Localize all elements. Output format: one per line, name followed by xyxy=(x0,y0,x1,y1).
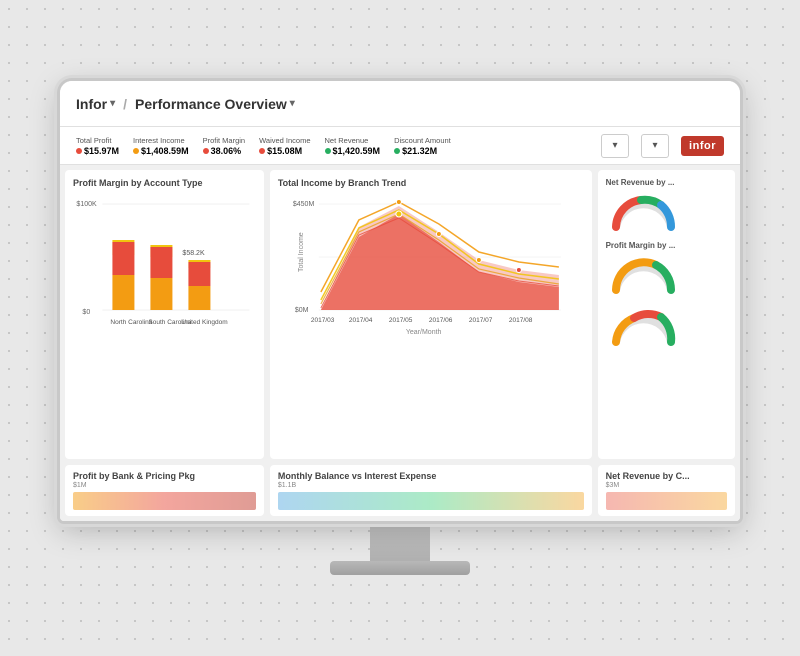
svg-text:$0M: $0M xyxy=(295,307,309,314)
gauge-net-revenue-title: Net Revenue by ... xyxy=(606,178,675,187)
chart-bottom-right-label: $3M xyxy=(606,482,727,489)
kpi-item: Net Revenue $1,420.59M xyxy=(325,136,381,156)
kpi-item: Profit Margin 38.06% xyxy=(203,136,246,156)
kpi-dot-icon xyxy=(259,148,265,154)
chart-net-revenue-c: Net Revenue by C... $3M xyxy=(598,465,735,516)
kpi-value: 38.06% xyxy=(203,146,246,156)
svg-text:2017/08: 2017/08 xyxy=(509,317,533,324)
svg-text:North Carolina: North Carolina xyxy=(110,319,152,326)
kpi-value: $1,420.59M xyxy=(325,146,381,156)
charts-area: Profit Margin by Account Type $100K $0 xyxy=(60,165,740,521)
kpi-item: Discount Amount $21.32M xyxy=(394,136,451,156)
chart-title-income-trend: Total Income by Branch Trend xyxy=(278,178,584,188)
breadcrumb-app-label: Infor xyxy=(76,96,107,112)
chart-title-profit-margin: Profit Margin by Account Type xyxy=(73,178,256,188)
chart-monthly-balance: Monthly Balance vs Interest Expense $1.1… xyxy=(270,465,592,516)
kpi-item: Total Profit $15.97M xyxy=(76,136,119,156)
chart-gauges: Net Revenue by ... Profit Margin by ... xyxy=(598,170,735,459)
kpi-dot-icon xyxy=(203,148,209,154)
gauge-profit-margin: Profit Margin by ... xyxy=(606,241,727,300)
svg-text:2017/07: 2017/07 xyxy=(469,317,493,324)
kpi-dot-icon xyxy=(325,148,331,154)
kpi-value: $21.32M xyxy=(394,146,451,156)
infor-logo-badge: infor xyxy=(681,136,724,156)
kpi-label: Total Profit xyxy=(76,136,119,145)
filter-button-1[interactable]: ▾ xyxy=(601,134,629,158)
svg-text:Year/Month: Year/Month xyxy=(406,329,442,336)
gauge-3 xyxy=(606,304,727,352)
filter-button-2[interactable]: ▾ xyxy=(641,134,669,158)
svg-text:$0: $0 xyxy=(82,309,90,316)
kpi-value: $15.97M xyxy=(76,146,119,156)
chevron-down-icon-page: ▾ xyxy=(290,98,295,109)
chevron-down-icon: ▾ xyxy=(110,98,115,109)
breadcrumb-app[interactable]: Infor ▾ xyxy=(76,96,115,112)
svg-text:$450M: $450M xyxy=(293,201,315,208)
kpi-value: $15.08M xyxy=(259,146,310,156)
kpi-value: $1,408.59M xyxy=(133,146,189,156)
monitor-screen: Infor ▾ / Performance Overview ▾ Total P… xyxy=(60,81,740,521)
kpi-label: Net Revenue xyxy=(325,136,381,145)
dashboard: Infor ▾ / Performance Overview ▾ Total P… xyxy=(60,81,740,521)
kpi-label: Discount Amount xyxy=(394,136,451,145)
chart-income-trend: Total Income by Branch Trend $450M $0M T… xyxy=(270,170,592,459)
monitor: Infor ▾ / Performance Overview ▾ Total P… xyxy=(60,81,740,575)
svg-text:2017/06: 2017/06 xyxy=(429,317,453,324)
svg-text:United Kingdom: United Kingdom xyxy=(181,319,227,326)
kpi-label: Profit Margin xyxy=(203,136,246,145)
bar-chart-profit-margin: $100K $0 xyxy=(73,192,256,337)
kpi-label: Interest Income xyxy=(133,136,189,145)
header-bar: Infor ▾ / Performance Overview ▾ xyxy=(60,81,740,127)
chart-profit-margin: Profit Margin by Account Type $100K $0 xyxy=(65,170,264,459)
kpi-dot-icon xyxy=(133,148,139,154)
svg-text:2017/04: 2017/04 xyxy=(349,317,373,324)
svg-text:$100K: $100K xyxy=(76,201,97,208)
kpi-item: Waived Income $15.08M xyxy=(259,136,310,156)
kpi-bar: Total Profit $15.97M Interest Income $1,… xyxy=(60,127,740,165)
chart-bottom-center-label: $1.1B xyxy=(278,482,584,489)
svg-text:2017/03: 2017/03 xyxy=(311,317,335,324)
breadcrumb: Infor ▾ / Performance Overview ▾ xyxy=(76,96,295,112)
chart-title-monthly-balance: Monthly Balance vs Interest Expense xyxy=(278,471,584,481)
monitor-stand-neck xyxy=(370,521,430,561)
chart-profit-bank: Profit by Bank & Pricing Pkg $1M xyxy=(65,465,264,516)
svg-text:$58.2K: $58.2K xyxy=(182,250,205,257)
kpi-label: Waived Income xyxy=(259,136,310,145)
svg-text:2017/05: 2017/05 xyxy=(389,317,413,324)
breadcrumb-page[interactable]: Performance Overview ▾ xyxy=(135,96,295,112)
chart-title-net-revenue-c: Net Revenue by C... xyxy=(606,471,727,481)
breadcrumb-page-label: Performance Overview xyxy=(135,96,287,112)
monitor-stand-base xyxy=(330,561,470,575)
gauge-net-revenue: Net Revenue by ... xyxy=(606,178,727,237)
kpi-dot-icon xyxy=(76,148,82,154)
svg-text:Total Income: Total Income xyxy=(298,232,305,272)
kpi-item: Interest Income $1,408.59M xyxy=(133,136,189,156)
kpi-dot-icon xyxy=(394,148,400,154)
breadcrumb-separator: / xyxy=(123,96,127,112)
chart-title-profit-bank: Profit by Bank & Pricing Pkg xyxy=(73,471,256,481)
gauge-profit-margin-title: Profit Margin by ... xyxy=(606,241,676,250)
chart-bottom-left-label: $1M xyxy=(73,482,256,489)
